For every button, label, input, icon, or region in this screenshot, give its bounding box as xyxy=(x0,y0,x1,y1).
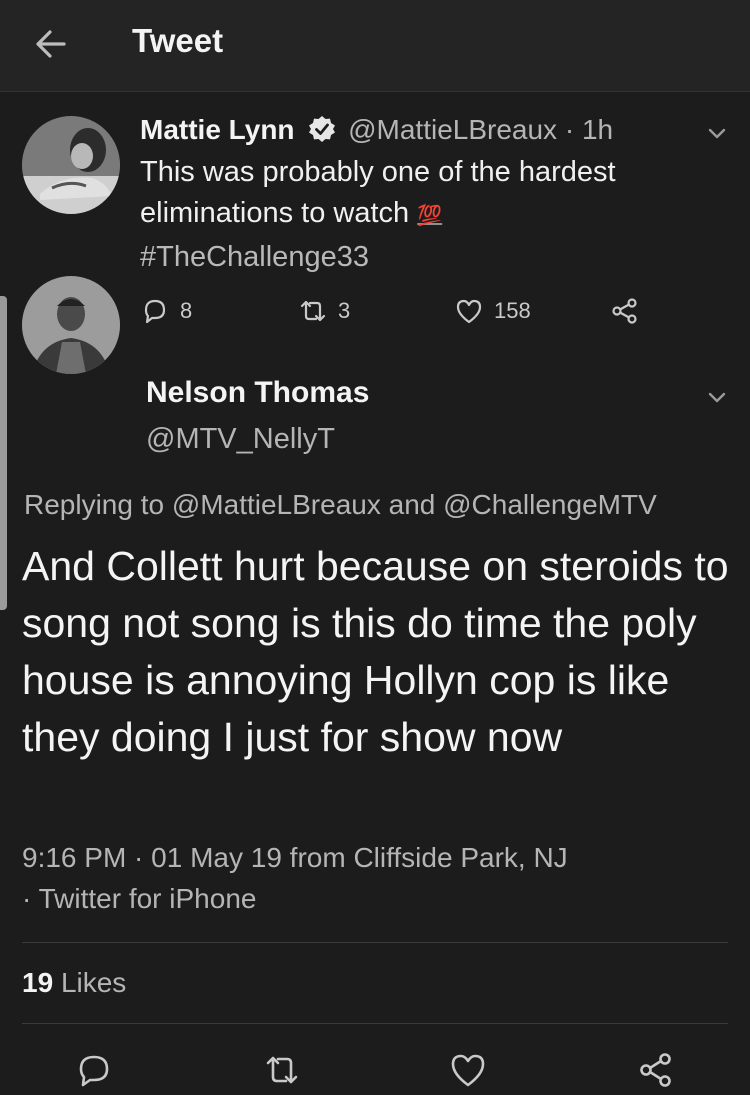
avatar[interactable] xyxy=(22,276,120,374)
retweet-count: 3 xyxy=(338,298,351,323)
meta-separator: · xyxy=(564,114,575,145)
replying-and: and xyxy=(388,489,436,520)
tweet-actions: 8 3 158 xyxy=(140,294,660,328)
likes-summary[interactable]: 19 Likes xyxy=(22,967,126,999)
reply-button[interactable] xyxy=(74,1050,114,1090)
verified-badge-icon xyxy=(308,115,336,143)
tweet-time: 1h xyxy=(581,114,614,145)
reply-icon xyxy=(79,1055,109,1087)
divider xyxy=(22,942,728,943)
replying-user-link[interactable]: @MattieLBreaux xyxy=(172,489,381,520)
tweet-text-line: eliminations to watch 💯 xyxy=(140,193,720,237)
hundred-points-emoji: 💯 xyxy=(417,205,443,227)
share-icon xyxy=(612,298,637,324)
tweet-header: Mattie Lynn @MattieLBreaux · 1h xyxy=(140,114,613,146)
tweet-text-line: eliminations to watch xyxy=(140,197,410,229)
author-handle[interactable]: @MattieLBreaux xyxy=(348,114,557,145)
reply-icon xyxy=(144,299,166,324)
tweet-text: And Collett hurt because on steroids to … xyxy=(22,543,729,760)
retweet-button[interactable]: 3 xyxy=(298,294,350,328)
replying-to: Replying to @MattieLBreaux and @Challeng… xyxy=(24,489,657,521)
tweet-client: · Twitter for iPhone xyxy=(22,883,257,914)
retweet-icon xyxy=(266,1056,298,1084)
back-button[interactable] xyxy=(28,22,76,66)
like-count: 158 xyxy=(494,298,531,323)
share-icon xyxy=(640,1053,671,1087)
reply-count: 8 xyxy=(180,298,193,323)
top-bar: Tweet xyxy=(0,0,750,92)
arrow-left-icon xyxy=(36,30,66,58)
divider xyxy=(22,1023,728,1024)
retweet-icon xyxy=(300,300,326,322)
author-name[interactable]: Mattie Lynn xyxy=(140,114,295,145)
heart-icon xyxy=(451,1054,485,1087)
tweet-text: This was probably one of the hardest eli… xyxy=(140,152,720,278)
author-handle[interactable]: @MTV_NellyT xyxy=(146,423,335,456)
replying-user-link[interactable]: @ChallengeMTV xyxy=(443,489,657,520)
chevron-down-icon[interactable] xyxy=(702,118,732,148)
tweet-actions xyxy=(0,1046,750,1090)
share-button[interactable] xyxy=(610,294,640,328)
page-title: Tweet xyxy=(132,22,224,59)
retweet-button[interactable] xyxy=(262,1050,302,1090)
heart-icon xyxy=(456,299,482,324)
chevron-down-icon[interactable] xyxy=(702,382,732,412)
like-button[interactable] xyxy=(448,1050,488,1090)
reply-button[interactable]: 8 xyxy=(140,294,192,328)
tweet-timestamp: 9:16 PM · 01 May 19 from Cliffside Park,… xyxy=(22,842,568,873)
hashtag-link[interactable]: #TheChallenge33 xyxy=(140,237,720,278)
share-button[interactable] xyxy=(636,1050,676,1090)
tweet-text-line: This was probably one of the hardest xyxy=(140,156,616,188)
likes-count: 19 xyxy=(22,967,54,998)
likes-label: Likes xyxy=(60,967,127,998)
like-button[interactable]: 158 xyxy=(454,294,531,328)
author-name[interactable]: Nelson Thomas xyxy=(146,376,369,410)
replying-prefix: Replying to xyxy=(24,489,165,520)
avatar[interactable] xyxy=(22,116,120,214)
